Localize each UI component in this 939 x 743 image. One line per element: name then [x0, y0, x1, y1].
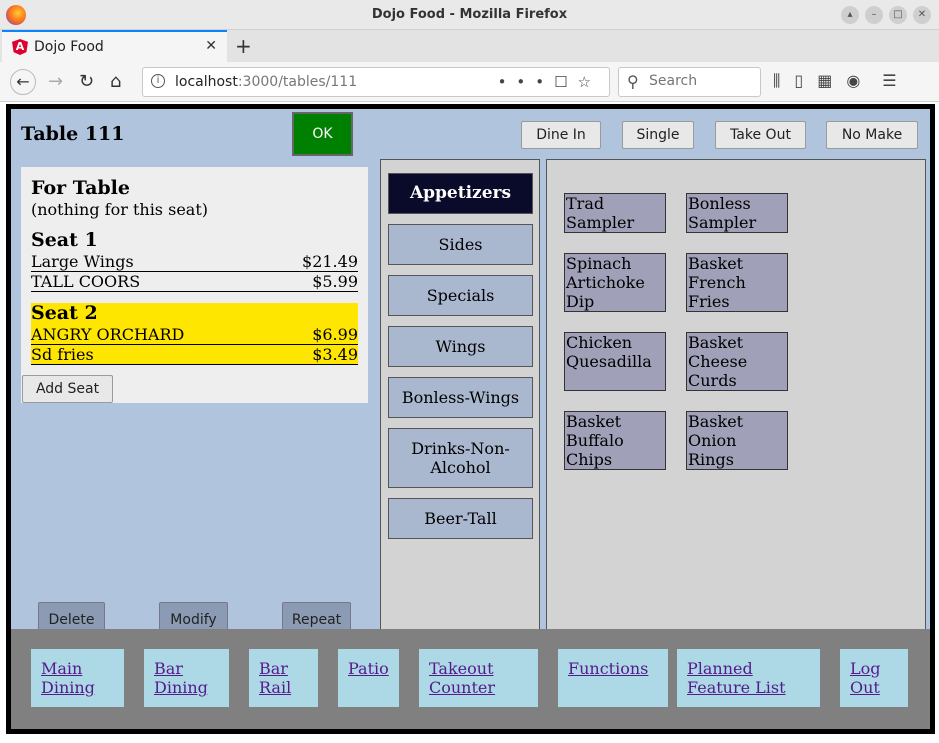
maximize-button[interactable]: □ [889, 6, 907, 24]
category-drinks-non-alcohol[interactable]: Drinks-Non-Alcohol [388, 428, 533, 488]
add-seat-button[interactable]: Add Seat [22, 375, 113, 403]
minimize-button[interactable]: – [865, 6, 883, 24]
search-input[interactable] [649, 73, 754, 89]
window-titlebar: Dojo Food - Mozilla Firefox ▴ – □ ✕ [0, 0, 939, 30]
menu-item-basket-cheese-curds[interactable]: Basket Cheese Curds [686, 332, 788, 391]
sidebar-icon[interactable]: ▯ [794, 71, 803, 91]
menu-item-chicken-quesadilla[interactable]: Chicken Quesadilla [564, 332, 666, 391]
menu-item-trad-sampler[interactable]: Trad Sampler [564, 193, 666, 233]
category-specials[interactable]: Specials [388, 275, 533, 316]
search-box[interactable]: ⚲ [618, 67, 761, 97]
category-appetizers[interactable]: Appetizers [388, 173, 533, 214]
angular-favicon-icon: A [12, 39, 28, 55]
menu-item-bonless-sampler[interactable]: Bonless Sampler [686, 193, 788, 233]
home-icon[interactable]: ⌂ [110, 71, 121, 93]
link-functions[interactable]: Functions [558, 649, 668, 707]
footer-nav: Main Dining Bar Dining Bar Rail Patio Ta… [11, 629, 930, 729]
menu-item-basket-buffalo-chips[interactable]: Basket Buffalo Chips [564, 411, 666, 470]
url-text[interactable]: localhost:3000/tables/111 [175, 74, 357, 90]
reload-icon[interactable]: ↻ [79, 71, 94, 93]
close-window-button[interactable]: ✕ [913, 6, 931, 24]
menu-item-spinach-artichoke-dip[interactable]: Spinach Artichoke Dip [564, 253, 666, 312]
search-icon: ⚲ [627, 72, 639, 91]
toolbar-icons: ⫼ ▯ ▦ ◉ ☰ [773, 71, 897, 91]
menu-item-basket-french-fries[interactable]: Basket French Fries [686, 253, 788, 312]
seat-1-heading[interactable]: Seat 1 [31, 229, 98, 251]
order-line-item[interactable]: TALL COORS $5.99 [31, 272, 358, 292]
category-bonless-wings[interactable]: Bonless-Wings [388, 377, 533, 418]
link-bar-rail[interactable]: Bar Rail [249, 649, 318, 707]
info-icon[interactable]: i [151, 74, 165, 88]
new-tab-icon[interactable]: + [235, 34, 252, 58]
containers-icon[interactable]: ▦ [817, 71, 832, 91]
tab-title: Dojo Food [34, 39, 104, 55]
browser-tab[interactable]: A Dojo Food ✕ [2, 30, 227, 62]
for-table-heading[interactable]: For Table [31, 177, 130, 199]
link-bar-dining[interactable]: Bar Dining [144, 649, 229, 707]
link-patio[interactable]: Patio [338, 649, 399, 707]
order-line-item[interactable]: ANGRY ORCHARD $6.99 [31, 325, 358, 345]
table-title: Table 111 [21, 123, 125, 145]
order-panel: For Table (nothing for this seat) Seat 1… [21, 167, 368, 403]
window-up-icon[interactable]: ▴ [841, 6, 859, 24]
seat-2-heading[interactable]: Seat 2 [31, 302, 98, 324]
category-wings[interactable]: Wings [388, 326, 533, 367]
link-planned-feature-list[interactable]: Planned Feature List [677, 649, 820, 707]
category-sides[interactable]: Sides [388, 224, 533, 265]
window-title: Dojo Food - Mozilla Firefox [371, 7, 568, 22]
order-line-item[interactable]: Large Wings $21.49 [31, 252, 358, 272]
account-icon[interactable]: ◉ [846, 71, 860, 91]
category-panel: Appetizers Sides Specials Wings Bonless-… [380, 159, 540, 639]
page-actions-icons[interactable]: •••☐☆ [498, 73, 601, 91]
dine-in-button[interactable]: Dine In [521, 121, 601, 149]
take-out-button[interactable]: Take Out [715, 121, 806, 149]
navigation-bar: ← → ↻ ⌂ i localhost:3000/tables/111 •••☐… [0, 62, 939, 102]
ok-button[interactable]: OK [292, 112, 353, 156]
order-line-item[interactable]: Sd fries $3.49 [31, 345, 358, 365]
url-bar[interactable]: i localhost:3000/tables/111 •••☐☆ [142, 67, 610, 97]
app-content: Table 111 OK Dine In Single Take Out No … [11, 109, 930, 729]
single-button[interactable]: Single [622, 121, 694, 149]
category-beer-tall[interactable]: Beer-Tall [388, 498, 533, 539]
close-tab-icon[interactable]: ✕ [205, 38, 217, 54]
forward-arrow-icon[interactable]: → [48, 71, 63, 93]
menu-item-basket-onion-rings[interactable]: Basket Onion Rings [686, 411, 788, 470]
tab-bar: A Dojo Food ✕ + [0, 30, 939, 62]
menu-items-panel: Trad Sampler Bonless Sampler Spinach Art… [546, 159, 926, 639]
no-make-button[interactable]: No Make [826, 121, 918, 149]
app-frame: Table 111 OK Dine In Single Take Out No … [6, 104, 935, 734]
for-table-note: (nothing for this seat) [31, 200, 208, 219]
link-log-out[interactable]: Log Out [840, 649, 908, 707]
library-icon[interactable]: ⫼ [773, 71, 780, 91]
menu-icon[interactable]: ☰ [882, 71, 896, 91]
link-main-dining[interactable]: Main Dining [31, 649, 124, 707]
back-arrow-icon[interactable]: ← [10, 69, 36, 95]
link-takeout-counter[interactable]: Takeout Counter [419, 649, 538, 707]
